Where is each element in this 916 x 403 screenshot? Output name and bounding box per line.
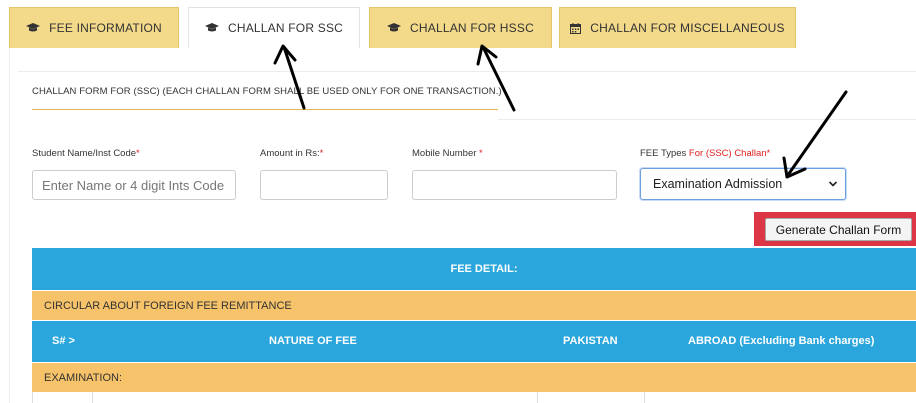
tab-challan-miscellaneous[interactable]: CHALLAN FOR MISCELLANEOUS xyxy=(559,7,796,48)
fee-type-select[interactable]: Examination Admission xyxy=(640,168,846,200)
note-underline xyxy=(32,109,498,110)
required-mark: * xyxy=(319,148,324,159)
mobile-number-label: Mobile Number * xyxy=(412,148,483,159)
graduation-cap-icon xyxy=(204,23,219,33)
cell-border xyxy=(92,392,93,403)
table-row xyxy=(32,392,916,403)
tab-challan-hssc[interactable]: CHALLAN FOR HSSC xyxy=(369,7,552,48)
label-text: FEE Types xyxy=(640,148,687,159)
tab-label: CHALLAN FOR HSSC xyxy=(410,21,534,35)
label-text: Student Name/Inst Code xyxy=(32,148,137,159)
table-title: FEE DETAIL: xyxy=(32,248,916,290)
cell-border xyxy=(537,392,538,403)
col-pakistan: PAKISTAN xyxy=(563,335,618,347)
col-abroad: ABROAD (Excluding Bank charges) xyxy=(688,335,875,347)
student-name-input[interactable] xyxy=(32,170,236,200)
fee-types-label: FEE Types For (SSC) Challan* xyxy=(640,148,770,159)
label-text: Mobile Number xyxy=(412,148,477,159)
section-examination: EXAMINATION: xyxy=(32,362,916,392)
tab-challan-ssc[interactable]: CHALLAN FOR SSC xyxy=(188,7,360,48)
form-note: CHALLAN FORM FOR (SSC) (EACH CHALLAN FOR… xyxy=(32,86,502,97)
fee-type-selected: Examination Admission xyxy=(653,177,783,191)
amount-input[interactable] xyxy=(260,170,388,200)
label-text: Amount in Rs: xyxy=(260,148,320,159)
amount-label: Amount in Rs:* xyxy=(260,148,323,159)
required-mark: * xyxy=(766,148,771,159)
cell-border xyxy=(644,392,645,403)
divider xyxy=(18,71,916,72)
graduation-cap-icon xyxy=(26,23,41,33)
label-highlight: For (SSC) Challan xyxy=(686,148,767,159)
fee-detail-table: FEE DETAIL: CIRCULAR ABOUT FOREIGN FEE R… xyxy=(32,248,916,403)
mobile-number-input[interactable] xyxy=(412,170,617,200)
calendar-icon xyxy=(570,22,582,34)
table-header-row: S# > NATURE OF FEE PAKISTAN ABROAD (Excl… xyxy=(32,320,916,362)
divider xyxy=(498,119,916,120)
generate-challan-button[interactable]: Generate Challan Form xyxy=(765,218,912,241)
tab-label: CHALLAN FOR MISCELLANEOUS xyxy=(590,21,785,35)
required-mark: * xyxy=(136,148,140,159)
col-nature-of-fee: NATURE OF FEE xyxy=(269,335,357,347)
tab-label: CHALLAN FOR SSC xyxy=(227,21,344,35)
student-name-label: Student Name/Inst Code* xyxy=(32,148,140,159)
graduation-cap-icon xyxy=(387,23,402,33)
required-mark: * xyxy=(476,148,483,159)
chevron-down-icon xyxy=(828,178,838,192)
circular-link[interactable]: CIRCULAR ABOUT FOREIGN FEE REMITTANCE xyxy=(32,290,916,320)
col-serial: S# > xyxy=(52,335,75,347)
cell-border xyxy=(32,392,33,403)
tab-bar: FEE INFORMATION CHALLAN FOR SSC CHALLAN … xyxy=(0,0,916,48)
tab-fee-information[interactable]: FEE INFORMATION xyxy=(9,7,179,48)
tab-label: FEE INFORMATION xyxy=(49,21,162,35)
